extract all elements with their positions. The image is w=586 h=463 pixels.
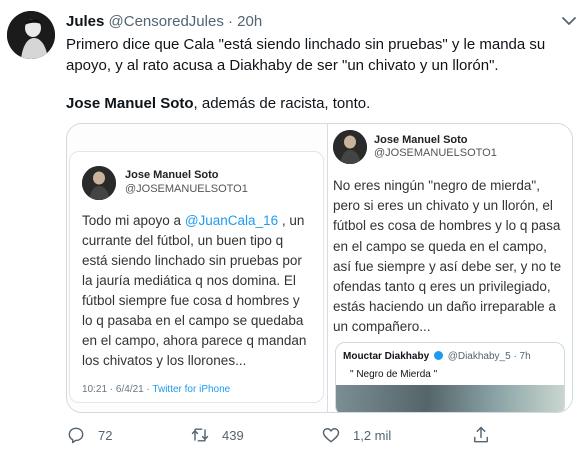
screenshot-tweet-card: Jose Manuel Soto @JOSEMANUELSOTO1 Todo m…	[69, 151, 324, 403]
nested-tweet-text: " Negro de Mierda "	[350, 369, 438, 380]
tweet-time[interactable]: 20h	[237, 13, 262, 30]
tweet-text-second: Jose Manuel Soto, además de racista, ton…	[66, 93, 571, 114]
heart-icon	[322, 428, 340, 443]
avatar-image	[7, 11, 55, 59]
nested-author-handle: @Diakhaby_5 · 7h	[447, 351, 531, 362]
reply-count: 72	[98, 427, 113, 443]
nested-author-name: Mouctar Diakhaby	[343, 351, 430, 362]
nested-author: Mouctar Diakhaby @Diakhaby_5 · 7h	[343, 351, 531, 362]
nested-quoted-tweet: Mouctar Diakhaby @Diakhaby_5 · 7h " Negr…	[335, 342, 565, 412]
quoted-mention: @JuanCala_16	[184, 213, 279, 228]
quoted-author-name: Jose Manuel Soto	[374, 134, 468, 146]
quoted-meta: 10:21 · 6/4/21 · Twitter for iPhone	[82, 384, 230, 395]
tweet-media[interactable]: Jose Manuel Soto @JOSEMANUELSOTO1 Todo m…	[66, 123, 573, 413]
nested-tweet-photo	[336, 385, 564, 412]
media-image-right[interactable]: Jose Manuel Soto @JOSEMANUELSOTO1 No ere…	[328, 124, 572, 412]
quoted-author-handle: @JOSEMANUELSOTO1	[374, 147, 497, 159]
author-avatar[interactable]	[7, 11, 55, 59]
avatar-image	[82, 166, 116, 200]
tweet-text: Primero dice que Cala "está siendo linch…	[66, 36, 546, 74]
quoted-author-handle: @JOSEMANUELSOTO1	[125, 183, 248, 195]
mentioned-name: Jose Manuel Soto	[66, 95, 194, 112]
verified-icon	[433, 351, 443, 360]
author-name[interactable]: Jules	[66, 13, 104, 30]
reply-button[interactable]: 72	[66, 423, 112, 447]
quoted-tweet-text: Todo mi apoyo a @JuanCala_16 , un curran…	[82, 211, 307, 371]
media-image-left[interactable]: Jose Manuel Soto @JOSEMANUELSOTO1 Todo m…	[67, 124, 327, 412]
quoted-time: 10:21 · 6/4/21 ·	[82, 384, 153, 395]
separator-dot: ·	[228, 13, 233, 30]
tweet-header: Jules @CensoredJules · 20h	[66, 12, 262, 32]
quoted-tweet-text: No eres ningún "negro de mierda", pero s…	[333, 178, 562, 335]
quoted-text-rest: , un currante del fútbol, un buen tipo q…	[82, 213, 307, 368]
quoted-source: Twitter for iPhone	[152, 384, 231, 395]
quoted-avatar	[333, 130, 367, 164]
reply-icon	[68, 427, 84, 444]
share-button[interactable]	[471, 423, 491, 447]
more-options-button[interactable]	[558, 10, 580, 32]
retweet-button[interactable]: 439	[190, 423, 244, 447]
quoted-text-start: Todo mi apoyo a	[82, 213, 185, 228]
quoted-avatar	[82, 166, 116, 200]
avatar-image	[333, 130, 367, 164]
like-button[interactable]: 1,2 mil	[321, 423, 391, 447]
quoted-author-name: Jose Manuel Soto	[125, 169, 219, 181]
chevron-down-icon	[562, 17, 576, 25]
tweet-actions: 72 439 1,2 mil	[66, 423, 571, 447]
retweet-count: 439	[222, 427, 244, 443]
like-count: 1,2 mil	[353, 427, 392, 443]
tweet-text-rest: , además de racista, tonto.	[193, 95, 371, 112]
share-icon	[474, 426, 488, 443]
retweet-icon	[191, 428, 209, 442]
author-handle[interactable]: @CensoredJules	[109, 13, 224, 30]
